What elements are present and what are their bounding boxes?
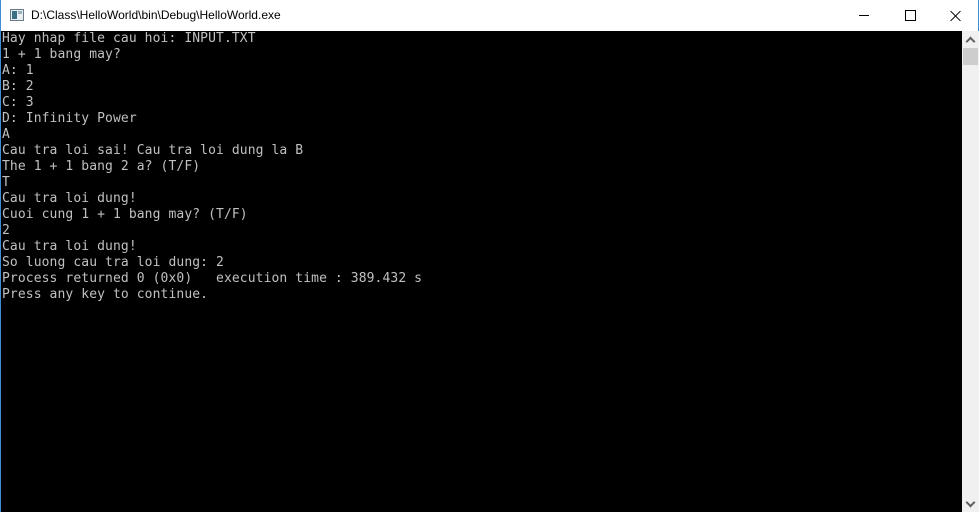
maximize-icon bbox=[904, 10, 916, 21]
scroll-up-button[interactable] bbox=[962, 31, 979, 48]
scroll-down-button[interactable] bbox=[962, 495, 979, 512]
console-line: Cau tra loi dung! bbox=[2, 239, 137, 254]
console-line: A bbox=[2, 127, 10, 142]
chevron-down-icon bbox=[965, 497, 976, 507]
console-line: T bbox=[2, 175, 10, 190]
console-line: Cau tra loi sai! Cau tra loi dung la B bbox=[2, 143, 304, 158]
console-line: D: Infinity Power bbox=[2, 111, 137, 126]
app-icon-part bbox=[12, 11, 17, 19]
console-line: Cau tra loi dung! bbox=[2, 191, 137, 206]
console-line: Hay nhap file cau hoi: INPUT.TXT bbox=[2, 31, 256, 46]
console-line: The 1 + 1 bang 2 a? (T/F) bbox=[2, 159, 201, 174]
chevron-up-icon bbox=[965, 36, 976, 46]
console-app-icon[interactable] bbox=[10, 9, 24, 21]
title-bar[interactable]: D:\Class\HelloWorld\bin\Debug\HelloWorld… bbox=[1, 0, 978, 31]
window-title: D:\Class\HelloWorld\bin\Debug\HelloWorld… bbox=[31, 8, 281, 22]
console-line: Press any key to continue. bbox=[2, 287, 209, 302]
maximize-button[interactable] bbox=[887, 0, 933, 31]
scroll-thumb[interactable] bbox=[963, 48, 978, 65]
console-line: 1 + 1 bang may? bbox=[2, 47, 121, 62]
console-window: D:\Class\HelloWorld\bin\Debug\HelloWorld… bbox=[0, 0, 979, 512]
console-line: Cuoi cung 1 + 1 bang may? (T/F) bbox=[2, 207, 248, 222]
minimize-icon bbox=[859, 15, 869, 16]
console-line: 2 bbox=[2, 223, 10, 238]
console-line: So luong cau tra loi dung: 2 bbox=[2, 255, 224, 270]
console-line: C: 3 bbox=[2, 95, 34, 110]
console-line: B: 2 bbox=[2, 79, 34, 94]
app-icon-part bbox=[18, 11, 22, 14]
close-icon bbox=[950, 10, 962, 22]
console-line: A: 1 bbox=[2, 63, 34, 78]
close-button[interactable] bbox=[933, 0, 979, 31]
console-line: Process returned 0 (0x0) execution time … bbox=[2, 271, 423, 286]
console-output[interactable]: Hay nhap file cau hoi: INPUT.TXT 1 + 1 b… bbox=[1, 31, 962, 512]
minimize-button[interactable] bbox=[841, 0, 887, 31]
vertical-scrollbar[interactable] bbox=[962, 31, 979, 512]
